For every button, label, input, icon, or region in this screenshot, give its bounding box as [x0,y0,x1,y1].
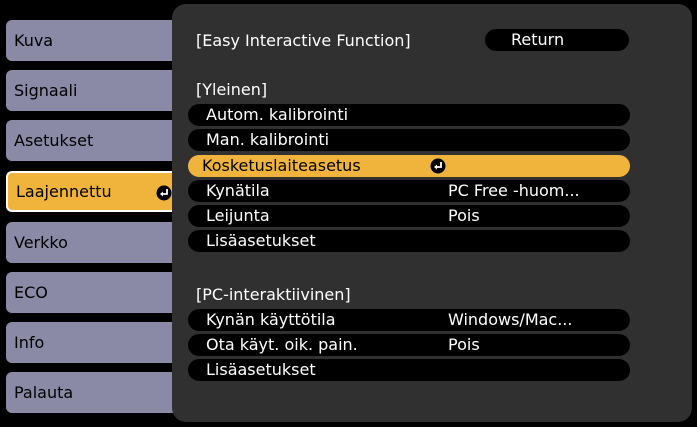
sidebar-item-label: Palauta [14,383,74,402]
sidebar-item-asetukset[interactable]: Asetukset [6,120,184,161]
section-pc-interactive: [PC-interaktiivinen] [196,285,351,304]
menu-item-kynatila[interactable]: Kynätila PC Free -huom... [188,180,630,202]
enter-icon [430,158,446,178]
menu-item-label: Lisäasetukset [206,360,316,379]
menu-item-label: Kynätila [206,181,270,200]
menu-item-ota-kayt-oik-pain[interactable]: Ota käyt. oik. pain. Pois [188,334,630,356]
menu-item-value: Pois [448,335,480,354]
sidebar-item-label: Info [14,333,45,352]
return-button[interactable]: Return [485,29,629,51]
menu-item-kosketuslaiteasetus[interactable]: Kosketuslaiteasetus [188,155,630,177]
sidebar-item-laajennettu[interactable]: Laajennettu [6,171,184,212]
sidebar-item-label: Laajennettu [16,182,112,201]
section-general: [Yleinen] [196,80,268,99]
sidebar-item-eco[interactable]: ECO [6,272,184,313]
menu-item-value: PC Free -huom... [448,181,580,200]
menu-item-lisaasetukset-pc[interactable]: Lisäasetukset [188,359,630,381]
menu-item-lisaasetukset-general[interactable]: Lisäasetukset [188,230,630,252]
menu-item-label: Man. kalibrointi [206,130,330,149]
menu-item-value: Pois [448,206,480,225]
enter-icon [156,185,172,205]
sidebar-item-verkko[interactable]: Verkko [6,222,184,263]
panel-title: [Easy Interactive Function] [196,31,411,50]
menu-item-kynan-kayttotila[interactable]: Kynän käyttötila Windows/Mac... [188,309,630,331]
menu-item-label: Kynän käyttötila [206,310,336,329]
menu-item-label: Kosketuslaiteasetus [202,156,361,175]
sidebar-item-label: Asetukset [14,131,94,150]
menu-item-autom-kalibrointi[interactable]: Autom. kalibrointi [188,104,630,126]
menu-item-value: Windows/Mac... [448,310,573,329]
menu-item-man-kalibrointi[interactable]: Man. kalibrointi [188,129,630,151]
sidebar-item-label: Signaali [14,81,78,100]
menu-item-label: Ota käyt. oik. pain. [206,335,358,354]
menu-item-label: Autom. kalibrointi [206,105,349,124]
return-button-label: Return [511,30,565,49]
sidebar-item-kuva[interactable]: Kuva [6,20,184,61]
sidebar-item-palauta[interactable]: Palauta [6,372,184,413]
menu-item-leijunta[interactable]: Leijunta Pois [188,205,630,227]
sidebar-item-info[interactable]: Info [6,322,184,363]
menu-item-label: Lisäasetukset [206,231,316,250]
sidebar: Kuva Signaali Asetukset Laajennettu Verk… [0,0,184,427]
sidebar-item-signaali[interactable]: Signaali [6,70,184,111]
sidebar-item-label: Kuva [14,31,54,50]
sidebar-item-label: Verkko [14,233,68,252]
sidebar-item-label: ECO [14,283,48,302]
menu-item-label: Leijunta [206,206,270,225]
